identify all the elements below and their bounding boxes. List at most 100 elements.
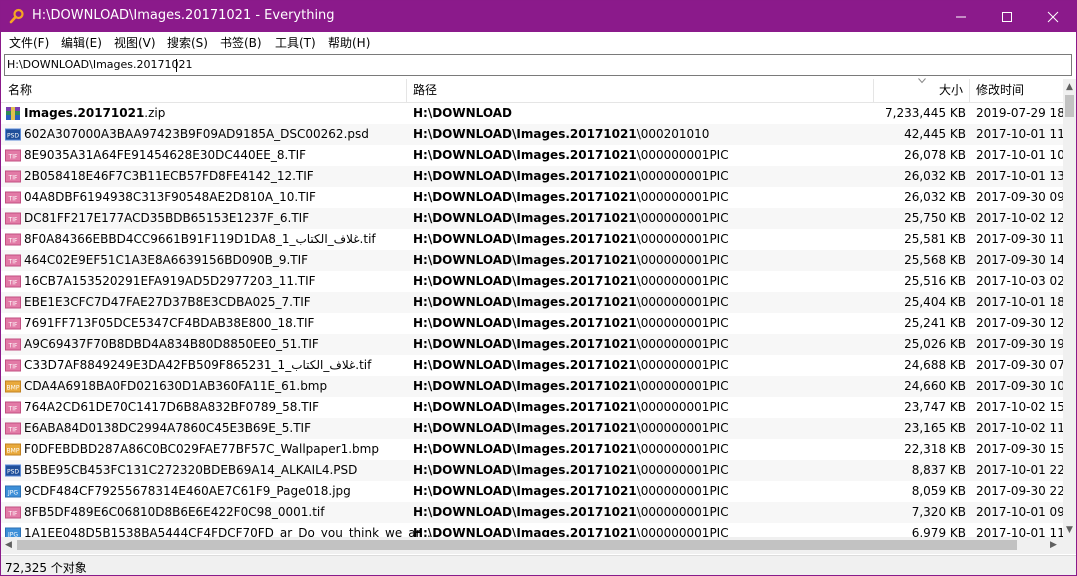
result-row[interactable]: TIF 16CB7A153520291EFA919AD5D2977203_11.T…	[1, 271, 1063, 292]
file-name-rest: 602A307000A3BAA97423B9F09AD9185A_DSC0026…	[24, 127, 369, 141]
vertical-scrollbar[interactable]: ▲ ▼	[1063, 79, 1076, 537]
svg-text:TIF: TIF	[8, 427, 18, 434]
file-modified: 2017-10-01 13	[976, 169, 1063, 183]
file-name-rest: 9CDF484CF79255678314E460AE7C61F9_Page018…	[24, 484, 351, 498]
file-name-rest: 04A8DBF6194938C313F90548AE2D810A_10.TIF	[24, 190, 316, 204]
column-modified-header[interactable]: 修改时间	[976, 79, 1024, 102]
menu-bookmarks[interactable]: 书签(B)	[220, 34, 262, 51]
menu-help[interactable]: 帮助(H)	[328, 34, 370, 51]
file-name: C33D7AF8849249E3DA42FB509F865231_1_غلاف_…	[24, 358, 371, 372]
file-modified: 2017-09-30 15	[976, 442, 1063, 456]
file-name: 8E9035A31A64FE91454628E30DC440EE_8.TIF	[24, 148, 306, 162]
close-button[interactable]	[1030, 1, 1076, 32]
file-modified: 2017-10-02 15	[976, 400, 1063, 414]
menu-tools[interactable]: 工具(T)	[275, 34, 316, 51]
everything-window: H:\DOWNLOAD\Images.20171021 - Everything…	[0, 0, 1077, 576]
file-size: 26,032 KB	[904, 190, 966, 204]
file-path-rest: \000000001PIC	[636, 379, 729, 393]
file-name-rest: .zip	[144, 106, 166, 120]
file-modified: 2017-10-01 09	[976, 505, 1063, 519]
file-modified: 2017-10-02 11	[976, 421, 1063, 435]
file-name-rest: F0DFEBDBD287A86C0BC029FAE77BF57C_Wallpap…	[24, 442, 379, 456]
column-path-header[interactable]: 路径	[413, 79, 437, 102]
scroll-up-icon[interactable]: ▲	[1066, 82, 1073, 92]
file-path: H:\DOWNLOAD\Images.20171021\000000001PIC	[413, 169, 729, 183]
tif-icon: TIF	[5, 400, 21, 415]
file-path-match: H:\DOWNLOAD\Images.20171021	[413, 526, 637, 537]
file-size: 8,059 KB	[911, 484, 966, 498]
column-divider[interactable]	[969, 79, 970, 102]
vertical-scroll-thumb[interactable]	[1065, 95, 1074, 117]
sort-descending-icon	[918, 78, 926, 84]
file-path-rest: \000000001PIC	[636, 526, 729, 537]
file-name-rest: 7691FF713F05DCE5347CF4BDAB38E800_18.TIF	[24, 316, 315, 330]
result-row[interactable]: Images.20171021.zip H:\DOWNLOAD 7,233,445 …	[1, 103, 1063, 124]
column-size-header[interactable]: 大小	[939, 79, 963, 102]
file-name: A9C69437F70B8DBD4A834B80D8850EE0_51.TIF	[24, 337, 319, 351]
horizontal-scrollbar[interactable]: ◀ ▶	[1, 537, 1063, 554]
menu-file[interactable]: 文件(F)	[9, 34, 49, 51]
title-bar[interactable]: H:\DOWNLOAD\Images.20171021 - Everything	[1, 1, 1076, 32]
horizontal-scroll-thumb[interactable]	[17, 540, 1017, 550]
menu-search[interactable]: 搜索(S)	[167, 34, 208, 51]
file-path: H:\DOWNLOAD\Images.20171021\000000001PIC	[413, 316, 729, 330]
result-row[interactable]: TIF 764A2CD61DE70C1417D6B8A832BF0789_58.T…	[1, 397, 1063, 418]
file-name-rest: 8E9035A31A64FE91454628E30DC440EE_8.TIF	[24, 148, 307, 162]
result-row[interactable]: BMP F0DFEBDBD287A86C0BC029FAE77BF57C_Wall…	[1, 439, 1063, 460]
result-row[interactable]: JPG 9CDF484CF79255678314E460AE7C61F9_Page…	[1, 481, 1063, 502]
status-bar: 72,325 个对象	[1, 555, 1076, 575]
result-row[interactable]: BMP CDA4A6918BA0FD021630D1AB360FA11E_61.b…	[1, 376, 1063, 397]
tif-icon: TIF	[5, 295, 21, 310]
file-path-match: H:\DOWNLOAD\Images.20171021	[413, 169, 637, 183]
file-path: H:\DOWNLOAD\Images.20171021\000000001PIC	[413, 148, 729, 162]
search-input[interactable]: H:\DOWNLOAD\Images.20171021	[4, 54, 1072, 76]
result-row[interactable]: TIF EBE1E3CFC7D47FAE27D37B8E3CDBA025_7.TI…	[1, 292, 1063, 313]
menu-bar: 文件(F) 编辑(E) 视图(V) 搜索(S) 书签(B) 工具(T) 帮助(H…	[1, 32, 1076, 52]
result-row[interactable]: TIF 2B058418E46F7C3B11ECB57FD8FE4142_12.T…	[1, 166, 1063, 187]
result-row[interactable]: TIF 464C02E9EF51C1A3E8A6639156BD090B_9.TI…	[1, 250, 1063, 271]
maximize-button[interactable]	[984, 1, 1030, 32]
result-row[interactable]: PSD 602A307000A3BAA97423B9F09AD9185A_DSC0…	[1, 124, 1063, 145]
svg-text:TIF: TIF	[8, 301, 18, 308]
file-path-match: H:\DOWNLOAD\Images.20171021	[413, 442, 637, 456]
file-modified: 2017-09-30 09	[976, 190, 1063, 204]
result-row[interactable]: TIF C33D7AF8849249E3DA42FB509F865231_1_غل…	[1, 355, 1063, 376]
file-path-rest: \000000001PIC	[636, 316, 729, 330]
menu-edit[interactable]: 编辑(E)	[61, 34, 102, 51]
column-header: 名称 路径 大小 修改时间	[1, 78, 1063, 103]
file-path-match: H:\DOWNLOAD\Images.20171021	[413, 295, 637, 309]
file-modified: 2017-09-30 07	[976, 358, 1063, 372]
svg-text:BMP: BMP	[7, 448, 20, 455]
result-row[interactable]: PSD B5BE95CB453FC131C272320BDEB69A14_ALKA…	[1, 460, 1063, 481]
scroll-right-icon[interactable]: ▶	[1050, 540, 1057, 550]
file-size: 25,026 KB	[904, 337, 966, 351]
scroll-left-icon[interactable]: ◀	[5, 540, 12, 550]
tif-icon: TIF	[5, 253, 21, 268]
file-path-rest: \000000001PIC	[636, 463, 729, 477]
column-divider[interactable]	[873, 79, 874, 102]
scroll-down-icon[interactable]: ▼	[1066, 525, 1073, 535]
result-row[interactable]: TIF DC81FF217E177ACD35BDB65153E1237F_6.TI…	[1, 208, 1063, 229]
file-name-rest: B5BE95CB453FC131C272320BDEB69A14_ALKAIL4…	[24, 463, 358, 477]
result-row[interactable]: TIF 8E9035A31A64FE91454628E30DC440EE_8.TI…	[1, 145, 1063, 166]
minimize-button[interactable]	[938, 1, 984, 32]
file-name: DC81FF217E177ACD35BDB65153E1237F_6.TIF	[24, 211, 309, 225]
file-path-match: H:\DOWNLOAD\Images.20171021	[413, 505, 637, 519]
file-path: H:\DOWNLOAD\Images.20171021\000000001PIC	[413, 526, 729, 537]
result-row[interactable]: JPG 1A1EE048D5B1538BA5444CF4FDCF70FD_ar_D…	[1, 523, 1063, 537]
menu-view[interactable]: 视图(V)	[114, 34, 156, 51]
result-row[interactable]: TIF E6ABA84D0138DC2994A7860C45E3B69E_5.TI…	[1, 418, 1063, 439]
svg-text:TIF: TIF	[8, 154, 18, 161]
file-path-rest: \000000001PIC	[636, 190, 729, 204]
file-name: CDA4A6918BA0FD021630D1AB360FA11E_61.bmp	[24, 379, 327, 393]
result-row[interactable]: TIF 8FB5DF489E6C06810D8B6E6E422F0C98_0001…	[1, 502, 1063, 523]
column-name-header[interactable]: 名称	[8, 79, 32, 102]
svg-text:TIF: TIF	[8, 406, 18, 413]
result-row[interactable]: TIF 7691FF713F05DCE5347CF4BDAB38E800_18.T…	[1, 313, 1063, 334]
result-row[interactable]: TIF 04A8DBF6194938C313F90548AE2D810A_10.T…	[1, 187, 1063, 208]
result-row[interactable]: TIF 8F0A84366EBBD4CC9661B91F119D1DA8_1_غل…	[1, 229, 1063, 250]
file-size: 25,241 KB	[904, 316, 966, 330]
file-name: B5BE95CB453FC131C272320BDEB69A14_ALKAIL4…	[24, 463, 357, 477]
column-divider[interactable]	[406, 79, 407, 102]
result-row[interactable]: TIF A9C69437F70B8DBD4A834B80D8850EE0_51.T…	[1, 334, 1063, 355]
